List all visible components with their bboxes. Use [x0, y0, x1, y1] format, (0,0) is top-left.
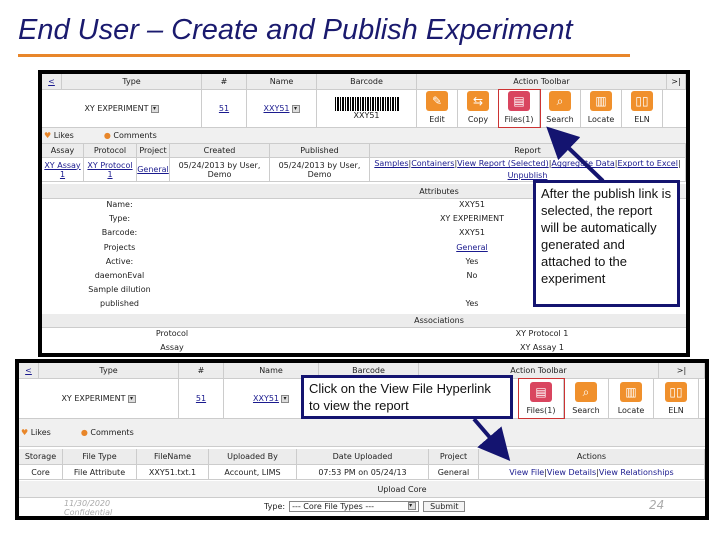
- arrow-to-files: [546, 126, 605, 183]
- callout-arrows: [472, 126, 605, 462]
- arrow-to-view-file: [472, 417, 511, 462]
